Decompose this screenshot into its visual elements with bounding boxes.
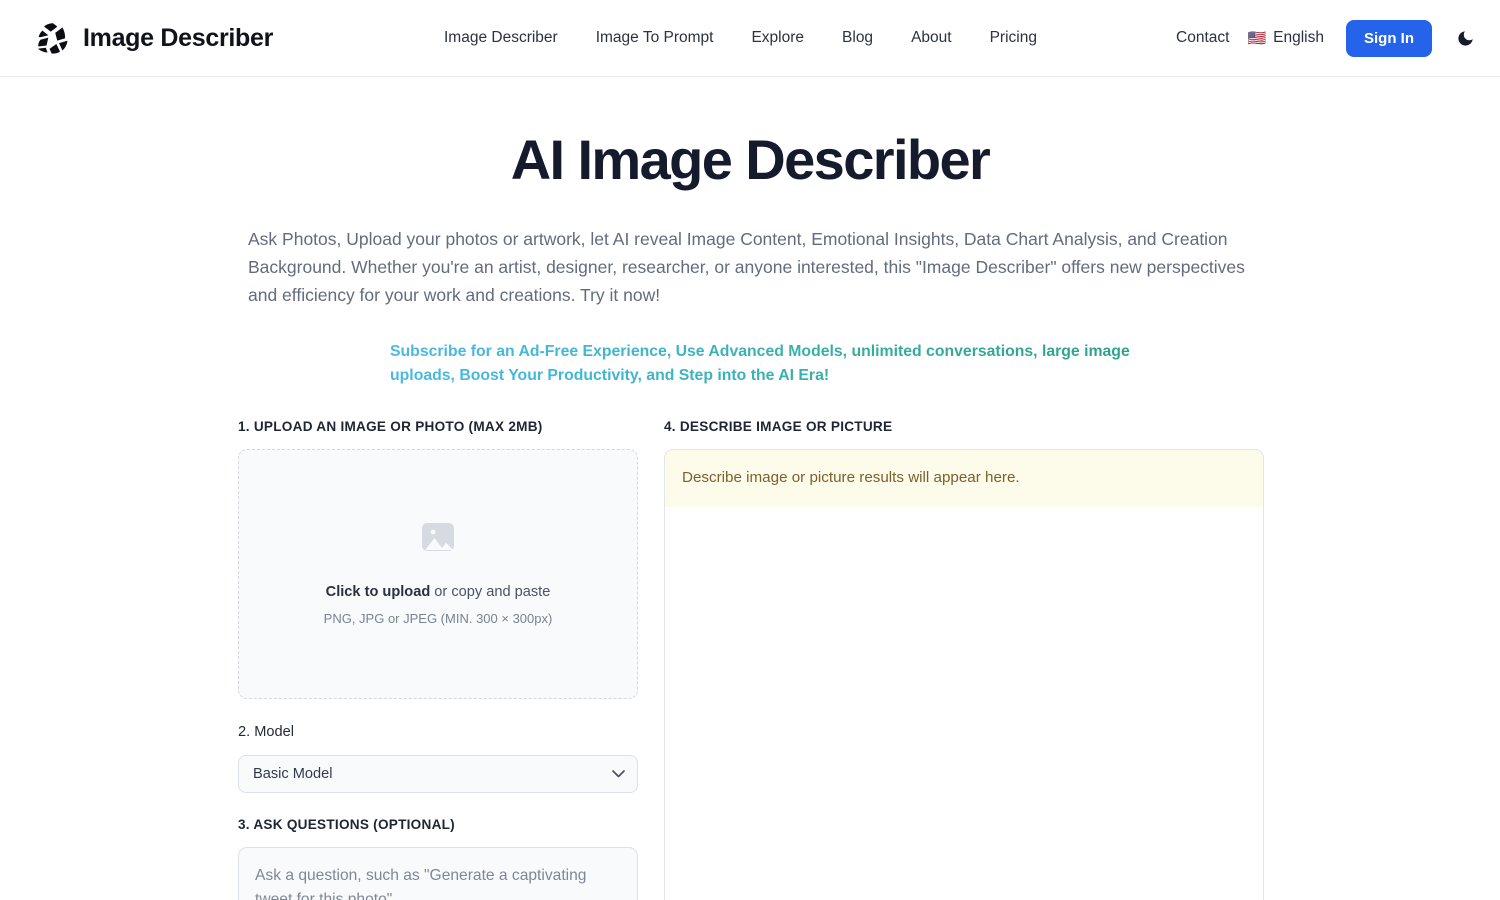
hero-section: AI Image Describer Ask Photos, Upload yo… (0, 77, 1500, 389)
image-placeholder-icon (417, 521, 459, 564)
input-column: 1. UPLOAD AN IMAGE OR PHOTO (MAX 2MB) Cl… (238, 419, 638, 900)
nav-item-pricing[interactable]: Pricing (990, 29, 1037, 47)
upload-dropzone[interactable]: Click to upload or copy and paste PNG, J… (238, 448, 638, 699)
main-nav: Image Describer Image To Prompt Explore … (444, 29, 1037, 47)
nav-item-image-describer[interactable]: Image Describer (444, 29, 558, 47)
upload-cta: Click to upload or copy and paste (326, 584, 551, 600)
contact-link[interactable]: Contact (1176, 29, 1229, 47)
hero-description: Ask Photos, Upload your photos or artwor… (248, 228, 1245, 305)
nav-item-about[interactable]: About (911, 29, 952, 47)
model-step-label: 2. Model (238, 723, 294, 740)
us-flag-icon: 🇺🇸 (1247, 29, 1267, 47)
upload-cta-rest: or copy and paste (430, 584, 551, 601)
site-header: Image Describer Image Describer Image To… (0, 0, 1500, 77)
upload-step-label: 1. UPLOAD AN IMAGE OR PHOTO (MAX 2MB) (238, 418, 543, 434)
header-actions: Contact 🇺🇸 English Sign In (1176, 19, 1476, 57)
sign-in-button[interactable]: Sign In (1346, 19, 1432, 57)
result-step-label: 4. DESCRIBE IMAGE OR PICTURE (664, 418, 893, 434)
upload-cta-bold: Click to upload (325, 584, 431, 601)
model-select-wrap: Basic Model (238, 754, 638, 793)
brand-name: Image Describer (83, 23, 274, 52)
brand-logo[interactable]: Image Describer (36, 21, 273, 55)
model-select[interactable]: Basic Model (238, 754, 638, 793)
nav-item-blog[interactable]: Blog (842, 29, 873, 47)
subscribe-promo-link[interactable]: Subscribe for an Ad-Free Experience, Use… (310, 340, 1190, 389)
questions-input[interactable] (238, 846, 638, 900)
result-column: 4. DESCRIBE IMAGE OR PICTURE Describe im… (664, 419, 1264, 900)
language-selector[interactable]: 🇺🇸 English (1247, 29, 1324, 47)
nav-item-explore[interactable]: Explore (751, 29, 804, 47)
workspace: 1. UPLOAD AN IMAGE OR PHOTO (MAX 2MB) Cl… (0, 419, 1500, 900)
upload-formats-hint: PNG, JPG or JPEG (MIN. 300 × 300px) (323, 611, 553, 627)
nav-item-image-to-prompt[interactable]: Image To Prompt (596, 29, 714, 47)
result-placeholder-banner: Describe image or picture results will a… (665, 449, 1263, 507)
aperture-icon (36, 21, 70, 55)
questions-step-label: 3. ASK QUESTIONS (OPTIONAL) (238, 816, 455, 832)
moon-icon[interactable] (1454, 27, 1476, 49)
language-label: English (1273, 29, 1324, 46)
result-panel[interactable]: Describe image or picture results will a… (664, 448, 1264, 900)
page-title: AI Image Describer (510, 128, 991, 191)
